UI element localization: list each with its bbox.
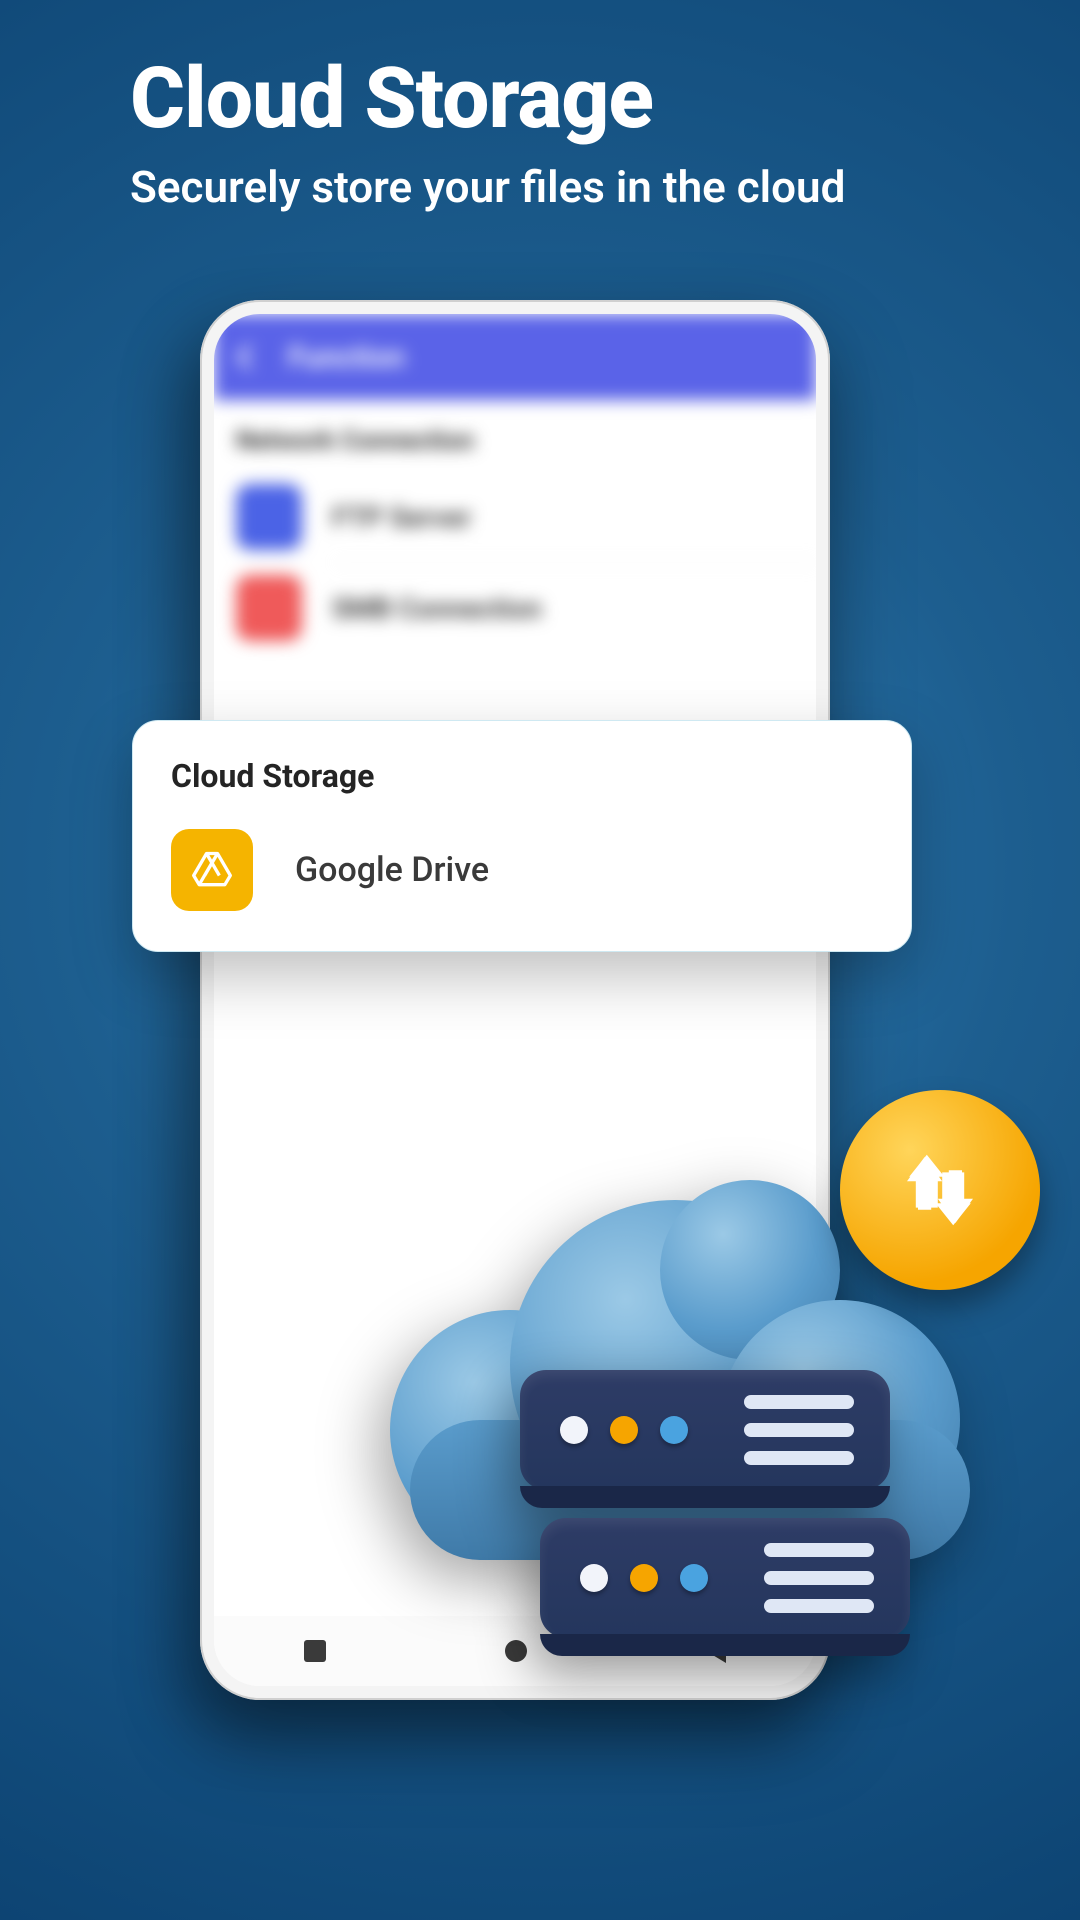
nav-back-icon[interactable] [706,1639,726,1663]
back-icon[interactable] [236,344,261,369]
sync-badge [840,1090,1040,1290]
android-nav-bar [214,1616,816,1686]
list-item-label: FTP Server [332,501,471,534]
phone-screen: Function Network Connection FTP Server S… [214,314,816,1686]
app-bar: Function [214,314,816,400]
cloud-storage-card: Cloud Storage Google Drive [132,720,912,952]
nav-recent-icon[interactable] [304,1640,326,1662]
smb-icon [236,575,302,641]
nav-home-icon[interactable] [505,1640,527,1662]
promo-headline: Cloud Storage Securely store your files … [130,55,1020,214]
list-item-label: SMB Connection [332,592,542,625]
app-bar-title: Function [288,340,405,375]
app-content-blurred: Function Network Connection FTP Server S… [214,314,816,1686]
promo-subtitle: Securely store your files in the cloud [130,161,1020,214]
phone-mockup: Function Network Connection FTP Server S… [200,300,830,1700]
cloud-storage-item[interactable]: Google Drive [171,829,873,911]
sync-arrows-icon [885,1135,995,1245]
ftp-icon [236,484,302,550]
cloud-storage-item-label: Google Drive [295,850,489,890]
list-item[interactable]: SMB Connection [214,563,816,653]
google-drive-icon [171,829,253,911]
card-title: Cloud Storage [171,757,873,795]
list-item[interactable]: FTP Server [214,472,816,562]
section-network-title: Network Connection [214,400,816,472]
promo-title: Cloud Storage [130,55,1020,143]
